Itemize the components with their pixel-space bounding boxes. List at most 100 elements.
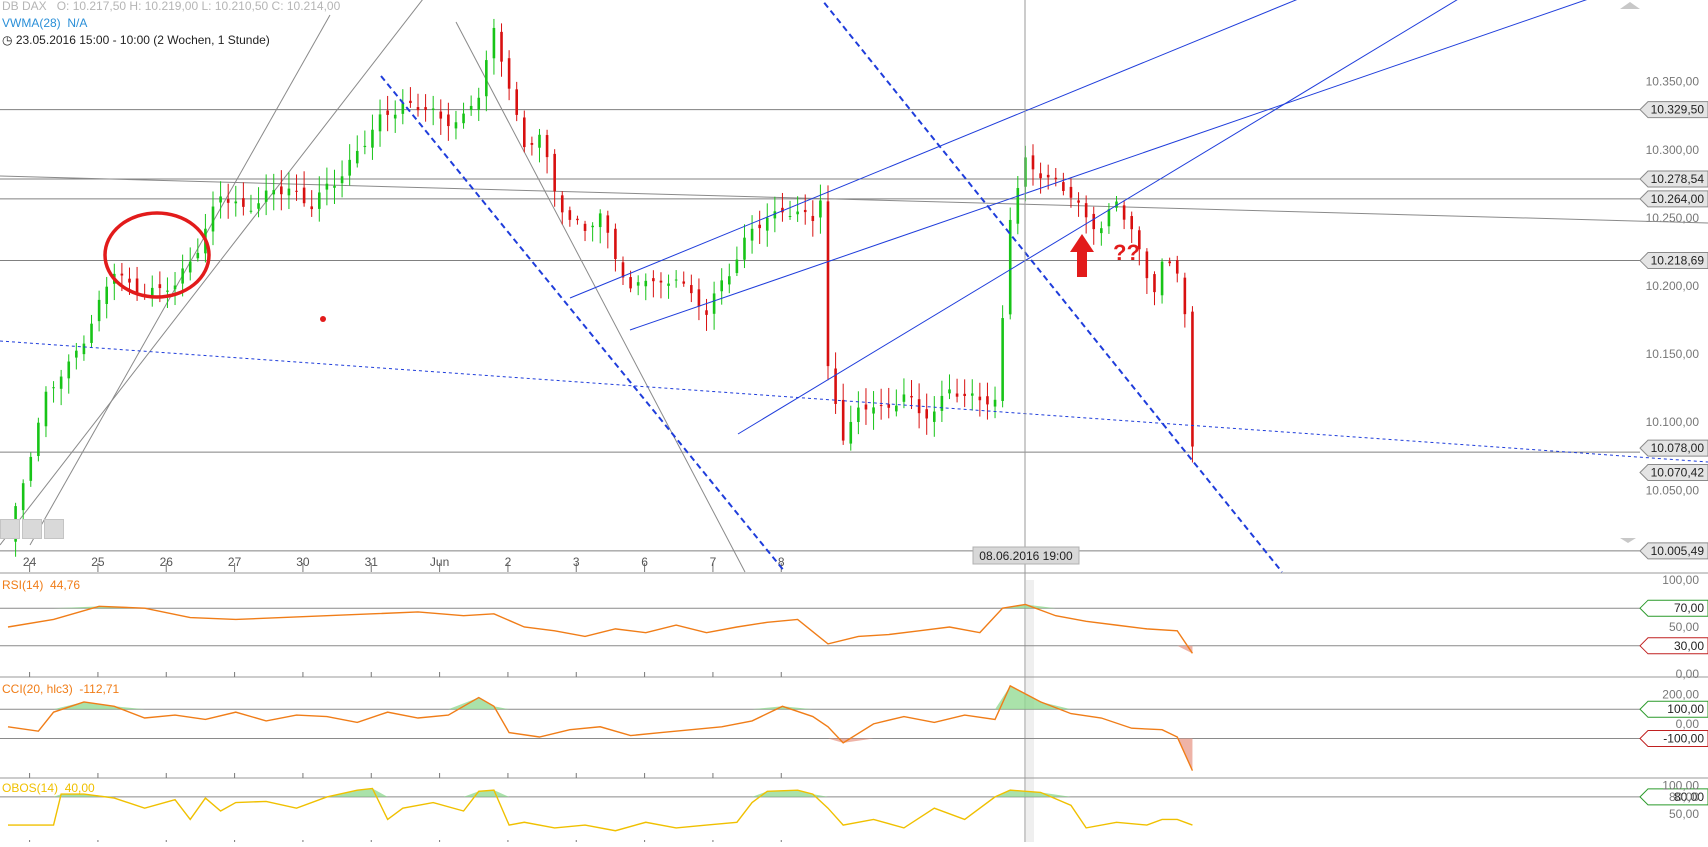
candle-body — [788, 215, 792, 217]
candle-body — [310, 206, 314, 210]
cci-level-value: -100,00 — [1663, 731, 1704, 745]
candle-body — [583, 223, 587, 231]
candle-body — [659, 280, 663, 283]
candle-body — [469, 105, 473, 111]
question-annotation: ?? — [1113, 240, 1140, 265]
x-tick-label: 30 — [296, 555, 310, 569]
candle-body — [1084, 203, 1088, 218]
candle-body — [363, 145, 367, 148]
candle-body — [75, 350, 78, 358]
candle-body — [295, 190, 298, 192]
candle-body — [841, 399, 845, 441]
candle-body — [462, 113, 465, 124]
candle-body — [67, 361, 71, 379]
candle-body — [955, 393, 959, 397]
candle-body — [1100, 228, 1103, 234]
candle-body — [492, 27, 496, 59]
candle-body — [606, 215, 610, 233]
candle-body — [887, 404, 891, 408]
candle-body — [1145, 251, 1149, 279]
obos-title: OBOS(14) — [2, 781, 59, 795]
candle-body — [257, 203, 260, 209]
candle-body — [826, 201, 830, 367]
price-level-value: 10.078,00 — [1651, 441, 1705, 455]
candle-body — [447, 114, 450, 127]
trendline-blue-lower — [737, 0, 1458, 435]
candle-body — [378, 114, 382, 132]
candle-body — [1054, 177, 1058, 180]
candle-body — [1175, 260, 1179, 274]
price-tick-label: 10.100,00 — [1646, 415, 1700, 429]
chart-canvas[interactable]: 10.350,0010.300,0010.250,0010.200,0010.1… — [0, 0, 1708, 846]
candle-body — [978, 396, 982, 401]
candle-body — [652, 278, 655, 282]
candle-body — [1016, 188, 1020, 224]
trendline-blue-dashed-2 — [820, 0, 1283, 573]
candle-body — [515, 89, 519, 115]
candle-body — [371, 129, 374, 148]
candle-body — [242, 198, 245, 207]
candle-body — [317, 192, 321, 209]
candle-body — [644, 280, 648, 287]
candle-body — [249, 210, 253, 212]
candle-body — [234, 201, 238, 204]
trendline-gray-2 — [29, 14, 331, 546]
trendline-gray-4 — [0, 175, 1708, 224]
cci-tick-label: 0,00 — [1676, 717, 1700, 731]
candle-body — [636, 282, 640, 286]
x-tick-label: 25 — [91, 555, 105, 569]
candle-body — [1122, 205, 1126, 220]
candle-body — [424, 107, 427, 110]
candle-body — [629, 277, 632, 289]
candle-body — [993, 399, 997, 407]
candle-body — [105, 286, 109, 304]
rsi-value: 44,76 — [50, 578, 81, 592]
candle-body — [902, 394, 906, 402]
candle-body — [1046, 174, 1050, 178]
candle-body — [598, 213, 602, 228]
candle-body — [340, 176, 344, 184]
cci-overbought-fill — [8, 685, 1193, 710]
trendline-gray-3 — [455, 21, 746, 573]
candle-body — [576, 218, 579, 221]
candle-body — [1191, 311, 1194, 447]
candle-body — [727, 276, 731, 285]
candle-body — [287, 188, 291, 196]
x-tick-label: 6 — [641, 555, 648, 569]
candle-body — [872, 407, 875, 414]
candle-body — [454, 122, 458, 129]
candle-body — [857, 407, 860, 423]
candle-body — [1031, 155, 1035, 170]
candle-body — [431, 108, 435, 110]
candle-body — [348, 159, 351, 176]
x-tick-label: 7 — [710, 555, 717, 569]
candle-body — [819, 200, 822, 218]
trendline-gray-1 — [0, 0, 423, 546]
candle-body — [82, 343, 86, 355]
candle-body — [393, 114, 397, 119]
candle-body — [507, 58, 511, 89]
candle-body — [1183, 277, 1187, 315]
x-tick-label: 26 — [160, 555, 174, 569]
candle-body — [355, 150, 359, 164]
candle-body — [477, 97, 481, 110]
vwma-line: VWMA(28) N/A — [2, 16, 87, 30]
candle-body — [120, 273, 124, 276]
x-tick-label: 27 — [228, 555, 242, 569]
zoom-in-button[interactable] — [0, 519, 20, 539]
clock-icon: ◷ — [2, 33, 13, 47]
highlight-circle — [103, 211, 211, 299]
candle-body — [44, 391, 48, 427]
trendline-blue-dotted — [0, 340, 1708, 463]
candle-body — [1077, 200, 1080, 203]
candle-body — [280, 186, 283, 195]
scroll-up-icon — [1620, 2, 1640, 9]
zoom-out-button[interactable] — [22, 519, 42, 539]
candle-body — [674, 279, 678, 281]
candle-body — [530, 143, 534, 145]
candle-body — [409, 100, 412, 104]
chart-menu-button[interactable] — [44, 519, 64, 539]
candle-body — [758, 224, 761, 229]
rsi-level-value: 70,00 — [1674, 601, 1704, 615]
candle-body — [773, 211, 777, 219]
